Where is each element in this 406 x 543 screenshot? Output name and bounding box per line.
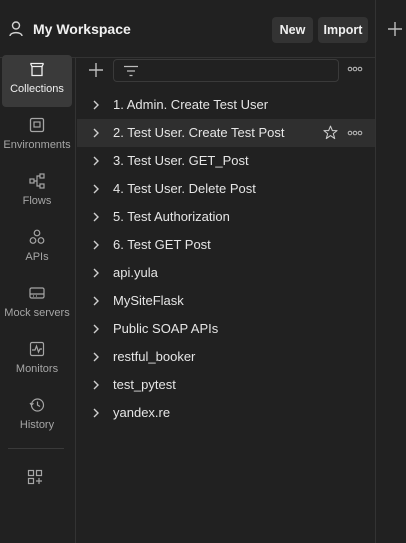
sidebar-item-environments[interactable]: Environments — [2, 111, 72, 163]
chevron-right-icon[interactable] — [92, 212, 100, 222]
filter-icon — [124, 65, 138, 77]
collection-row[interactable]: yandex.re — [77, 399, 375, 427]
filter-input[interactable] — [113, 59, 339, 82]
collection-row[interactable]: Public SOAP APIs — [77, 315, 375, 343]
collection-name: 4. Test User. Delete Post — [113, 181, 256, 196]
chevron-right-icon[interactable] — [92, 380, 100, 390]
collection-name: 2. Test User. Create Test Post — [113, 125, 285, 140]
collection-name: yandex.re — [113, 405, 171, 420]
sidebar-divider — [8, 448, 64, 449]
collection-name: 5. Test Authorization — [113, 209, 230, 224]
chevron-right-icon[interactable] — [92, 128, 100, 138]
collection-row[interactable]: 4. Test User. Delete Post — [77, 175, 375, 203]
import-button[interactable]: Import — [318, 17, 368, 43]
flows-icon — [29, 173, 45, 189]
sidebar-item-label: Flows — [22, 195, 52, 207]
sidebar-item-apis[interactable]: APIs — [2, 223, 72, 275]
sidebar-item-history[interactable]: History — [2, 391, 72, 443]
new-button[interactable]: New — [272, 17, 313, 43]
collection-name: 6. Test GET Post — [113, 237, 211, 252]
workspace-title[interactable]: My Workspace — [33, 21, 131, 37]
collection-name: Public SOAP APIs — [113, 321, 219, 336]
chevron-right-icon[interactable] — [92, 296, 100, 306]
chevron-right-icon[interactable] — [92, 324, 100, 334]
environments-icon — [29, 117, 45, 133]
collection-row[interactable]: 6. Test GET Post — [77, 231, 375, 259]
collection-name: MySiteFlask — [113, 293, 184, 308]
collection-row[interactable]: api.yula — [77, 259, 375, 287]
new-tab-plus-icon[interactable] — [388, 22, 402, 36]
configure-sidebar-icon[interactable] — [27, 469, 43, 485]
sidebar-item-mock-servers[interactable]: Mock servers — [2, 279, 72, 331]
collection-name: test_pytest — [113, 377, 176, 392]
workspace-header: My Workspace New Import — [0, 0, 375, 58]
collection-name: 1. Admin. Create Test User — [113, 97, 269, 112]
chevron-right-icon[interactable] — [92, 184, 100, 194]
collection-name: api.yula — [113, 265, 158, 280]
collections-list: 1. Admin. Create Test User 2. Test User.… — [77, 91, 375, 427]
add-collection-plus-icon[interactable] — [89, 63, 103, 77]
sidebar-item-collections[interactable]: Collections — [2, 55, 72, 107]
collection-row[interactable]: 3. Test User. GET_Post — [77, 147, 375, 175]
panel-divider[interactable] — [375, 0, 376, 543]
chevron-right-icon[interactable] — [92, 240, 100, 250]
collection-row[interactable]: 5. Test Authorization — [77, 203, 375, 231]
sidebar-item-label: Mock servers — [4, 307, 70, 319]
more-options-icon[interactable] — [347, 129, 363, 137]
user-icon — [9, 21, 23, 37]
more-options-icon[interactable] — [347, 65, 363, 73]
collection-row[interactable]: restful_booker — [77, 343, 375, 371]
sidebar-item-label: History — [19, 419, 55, 431]
sidebar-item-monitors[interactable]: Monitors — [2, 335, 72, 387]
chevron-right-icon[interactable] — [92, 408, 100, 418]
collection-row[interactable]: test_pytest — [77, 371, 375, 399]
chevron-right-icon[interactable] — [92, 352, 100, 362]
collection-row[interactable]: 1. Admin. Create Test User — [77, 91, 375, 119]
sidebar-item-flows[interactable]: Flows — [2, 167, 72, 219]
sidebar: Collections Environments Flows APIs Mock… — [0, 55, 76, 543]
collections-icon — [29, 62, 45, 77]
collection-row[interactable]: MySiteFlask — [77, 287, 375, 315]
sidebar-item-label: Monitors — [15, 363, 59, 375]
collection-name: 3. Test User. GET_Post — [113, 153, 249, 168]
chevron-right-icon[interactable] — [92, 268, 100, 278]
star-icon[interactable] — [323, 125, 338, 140]
sidebar-item-label: APIs — [25, 251, 49, 263]
collection-row[interactable]: 2. Test User. Create Test Post — [77, 119, 375, 147]
sidebar-item-label: Collections — [10, 83, 64, 95]
chevron-right-icon[interactable] — [92, 156, 100, 166]
history-icon — [29, 398, 45, 412]
collection-name: restful_booker — [113, 349, 196, 364]
monitors-icon — [29, 341, 45, 357]
mock-servers-icon — [29, 287, 45, 299]
chevron-right-icon[interactable] — [92, 100, 100, 110]
apis-icon — [29, 229, 45, 244]
sidebar-item-label: Environments — [3, 139, 71, 151]
